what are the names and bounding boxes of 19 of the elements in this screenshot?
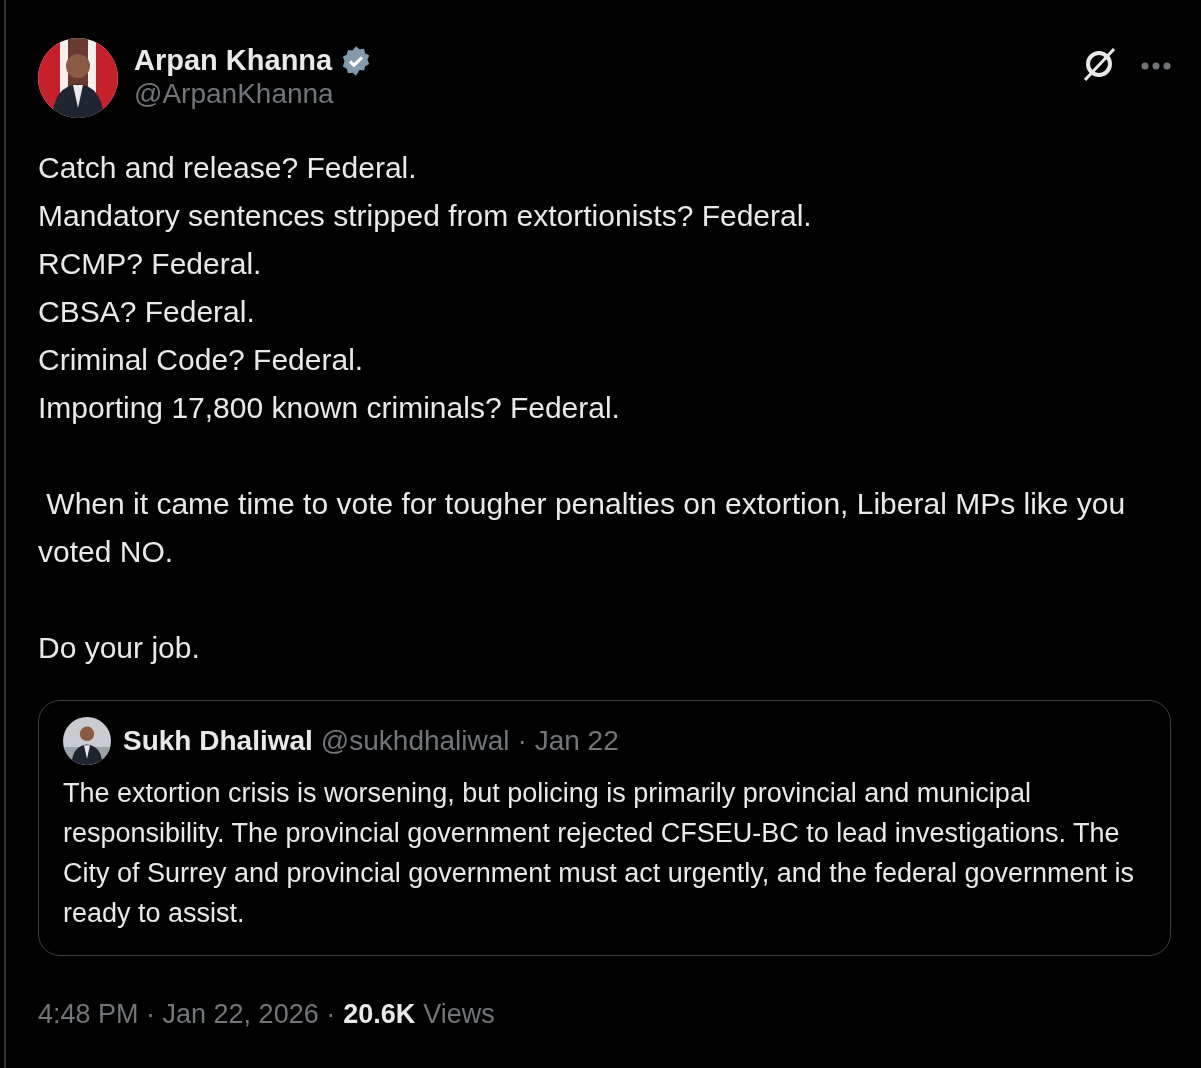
author-handle[interactable]: @ArpanKhanna [134, 77, 1081, 111]
slashed-circle-icon[interactable] [1081, 46, 1117, 82]
quoted-post-text: The extortion crisis is worsening, but policing is primarily provincial and municipal responsibility. The provincial government rejected CFSEU-BC to lead investigations. The City of Surrey and provincial government must act urgently, and the federal government is ready to assist. [63, 777, 1136, 930]
post-text: Mandatory sentences stripped from extortionists? Federal. [38, 198, 813, 234]
views-label: Views [423, 998, 495, 1031]
quoted-post-date: · Jan 22 [517, 724, 619, 758]
author-name[interactable]: Arpan Khanna [134, 45, 333, 78]
post-text: Importing 17,800 known criminals? Federal. [38, 390, 621, 426]
post-text: Do your job. [38, 630, 201, 666]
post-text: Catch and release? Federal. [38, 150, 418, 186]
quoted-author-handle: @sukhdhaliwal [320, 724, 510, 758]
quoted-post-card[interactable] [38, 700, 1171, 956]
post-timestamp[interactable]: 4:48 PM · Jan 22, 2026 · [38, 994, 336, 1035]
quoted-author-name: Sukh Dhaliwal [123, 724, 313, 758]
post-text: When it came time to vote for tougher penalties on extortion, Liberal MPs like you voted NO. [38, 486, 1127, 570]
post-text: Criminal Code? Federal. [38, 342, 365, 378]
views-count: 20.6K [343, 998, 416, 1031]
post-text: CBSA? Federal. [38, 294, 256, 330]
post-text: RCMP? Federal. [38, 246, 263, 282]
